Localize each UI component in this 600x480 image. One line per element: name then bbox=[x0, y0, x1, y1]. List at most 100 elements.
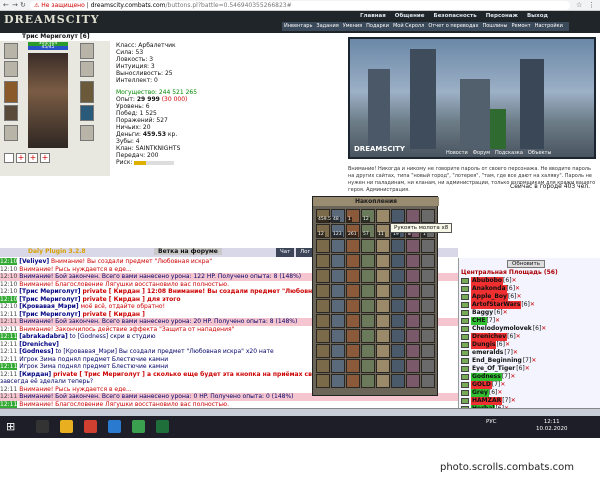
inventory-cell[interactable] bbox=[346, 269, 360, 283]
inventory-cell[interactable] bbox=[331, 314, 345, 328]
belt-slot[interactable] bbox=[4, 125, 18, 141]
player-name[interactable]: emeralds bbox=[471, 349, 504, 357]
attack-icon[interactable]: ✕ bbox=[525, 365, 530, 373]
message-nick[interactable]: [Трис Мериголут] bbox=[19, 296, 80, 303]
inventory-cell[interactable] bbox=[391, 284, 405, 298]
necklace-slot[interactable] bbox=[4, 61, 18, 77]
message-nick[interactable]: [Godness] bbox=[19, 348, 53, 355]
inventory-cell[interactable]: 12 bbox=[316, 224, 330, 238]
helmet-slot[interactable] bbox=[4, 43, 18, 59]
inventory-cell[interactable] bbox=[391, 209, 405, 223]
player-name[interactable]: Apple_Boy bbox=[471, 293, 508, 301]
attack-icon[interactable]: ✕ bbox=[516, 333, 521, 341]
inventory-cell[interactable] bbox=[361, 254, 375, 268]
forum-branch-link[interactable]: Ветка на форуме bbox=[154, 248, 222, 255]
inventory-cell[interactable] bbox=[316, 284, 330, 298]
plugin-label[interactable]: Daly Plugin 3.2.8 bbox=[28, 248, 86, 255]
inventory-cell[interactable]: 123 bbox=[331, 224, 345, 238]
inventory-cell[interactable] bbox=[391, 269, 405, 283]
message-nick[interactable]: [Veliyev] bbox=[19, 258, 49, 265]
inventory-cell[interactable] bbox=[421, 359, 435, 373]
inventory-cell[interactable] bbox=[331, 239, 345, 253]
search-icon[interactable] bbox=[36, 420, 49, 433]
attack-icon[interactable]: ✕ bbox=[516, 293, 521, 301]
message-time[interactable]: 12:11 bbox=[0, 363, 18, 370]
app-icon[interactable] bbox=[132, 420, 145, 433]
message-nick[interactable]: [Трис Мериголут] bbox=[19, 311, 80, 318]
edge-icon[interactable] bbox=[108, 420, 121, 433]
inventory-cell[interactable] bbox=[421, 284, 435, 298]
player-item[interactable]: GOLD [7] ✕ bbox=[461, 381, 599, 389]
player-item[interactable]: Baggy [6] ✕ bbox=[461, 309, 599, 317]
inventory-cell[interactable] bbox=[346, 359, 360, 373]
inventory-cell[interactable] bbox=[406, 359, 420, 373]
message-time[interactable]: 12:11 bbox=[0, 326, 17, 333]
inventory-cell[interactable] bbox=[316, 314, 330, 328]
submenu-skills[interactable]: Умения bbox=[343, 22, 362, 31]
inventory-cell[interactable] bbox=[376, 374, 390, 388]
inventory-cell[interactable] bbox=[331, 329, 345, 343]
message-time[interactable]: 12:11 bbox=[0, 348, 17, 355]
menu-exit[interactable]: Выход bbox=[527, 13, 548, 19]
link-objects[interactable]: Объекты bbox=[528, 150, 552, 156]
inventory-cell[interactable] bbox=[391, 239, 405, 253]
message-time[interactable]: 12:10 bbox=[0, 303, 17, 310]
menu-character[interactable]: Персонаж bbox=[486, 13, 518, 19]
excel-icon[interactable] bbox=[156, 420, 169, 433]
inventory-cell[interactable] bbox=[361, 344, 375, 358]
game-logo[interactable]: DREAMSCITY bbox=[4, 13, 100, 26]
message-time[interactable]: 12:11 bbox=[0, 333, 18, 340]
inventory-cell[interactable] bbox=[346, 329, 360, 343]
player-name[interactable]: Godness bbox=[471, 373, 502, 381]
attack-icon[interactable]: ✕ bbox=[531, 357, 536, 365]
message-time[interactable]: 12:11 bbox=[0, 386, 17, 393]
player-name[interactable]: HAMZAR bbox=[471, 397, 503, 405]
inventory-cell[interactable] bbox=[316, 239, 330, 253]
inventory-cell[interactable] bbox=[331, 254, 345, 268]
player-name[interactable]: Drenichev bbox=[471, 333, 508, 341]
inventory-cell[interactable] bbox=[406, 254, 420, 268]
inventory-cell[interactable] bbox=[391, 299, 405, 313]
inventory-cell[interactable] bbox=[361, 284, 375, 298]
system-tray[interactable]: РУС bbox=[486, 419, 497, 425]
inventory-cell[interactable] bbox=[421, 269, 435, 283]
attack-icon[interactable]: ✕ bbox=[513, 349, 518, 357]
player-name[interactable]: Baggy bbox=[471, 309, 494, 317]
submenu-settings[interactable]: Настройки bbox=[535, 22, 563, 31]
inventory-cell[interactable] bbox=[376, 299, 390, 313]
tab-chat[interactable]: Чат bbox=[276, 248, 295, 257]
player-name[interactable]: Chelodoymolovek bbox=[471, 325, 533, 333]
inventory-cell[interactable] bbox=[316, 254, 330, 268]
inventory-cell[interactable] bbox=[421, 314, 435, 328]
player-name[interactable]: Dungis bbox=[471, 341, 497, 349]
pet-slot[interactable] bbox=[80, 105, 94, 121]
inventory-cell[interactable] bbox=[376, 254, 390, 268]
player-item[interactable]: Apple_Boy [6] ✕ bbox=[461, 293, 599, 301]
inventory-cell[interactable] bbox=[391, 329, 405, 343]
inventory-cell[interactable] bbox=[421, 254, 435, 268]
gloves-slot[interactable] bbox=[80, 61, 94, 77]
menu-chat[interactable]: Общение bbox=[395, 13, 425, 19]
player-item[interactable]: Anakonda [6] ✕ bbox=[461, 285, 599, 293]
player-name[interactable]: ArtofStarWars bbox=[471, 301, 522, 309]
inventory-cell[interactable] bbox=[331, 344, 345, 358]
link-hint[interactable]: Подсказка bbox=[495, 150, 523, 156]
clock[interactable]: 12:11 10.02.2020 bbox=[536, 419, 568, 433]
inventory-cell[interactable] bbox=[316, 329, 330, 343]
message-nick[interactable]: [abrakadabra] bbox=[19, 333, 68, 340]
player-name[interactable]: Abubobo bbox=[471, 277, 504, 285]
inventory-cell[interactable] bbox=[346, 344, 360, 358]
message-time[interactable]: 12:11 bbox=[0, 393, 17, 400]
link-forum[interactable]: Форум bbox=[473, 150, 490, 156]
inventory-cell[interactable] bbox=[361, 314, 375, 328]
message-time[interactable]: 12:11 bbox=[0, 311, 17, 318]
inventory-cell[interactable] bbox=[406, 374, 420, 388]
attack-icon[interactable]: ✕ bbox=[512, 277, 517, 285]
player-item[interactable]: HAMZAR [7] ✕ bbox=[461, 397, 599, 405]
attack-icon[interactable]: ✕ bbox=[503, 309, 508, 317]
attack-icon[interactable]: ✕ bbox=[510, 373, 515, 381]
inventory-cell[interactable] bbox=[331, 299, 345, 313]
message-time[interactable]: 12:10 bbox=[0, 288, 17, 295]
inventory-cell[interactable] bbox=[406, 209, 420, 223]
inventory-cell[interactable]: 48 bbox=[331, 209, 345, 223]
